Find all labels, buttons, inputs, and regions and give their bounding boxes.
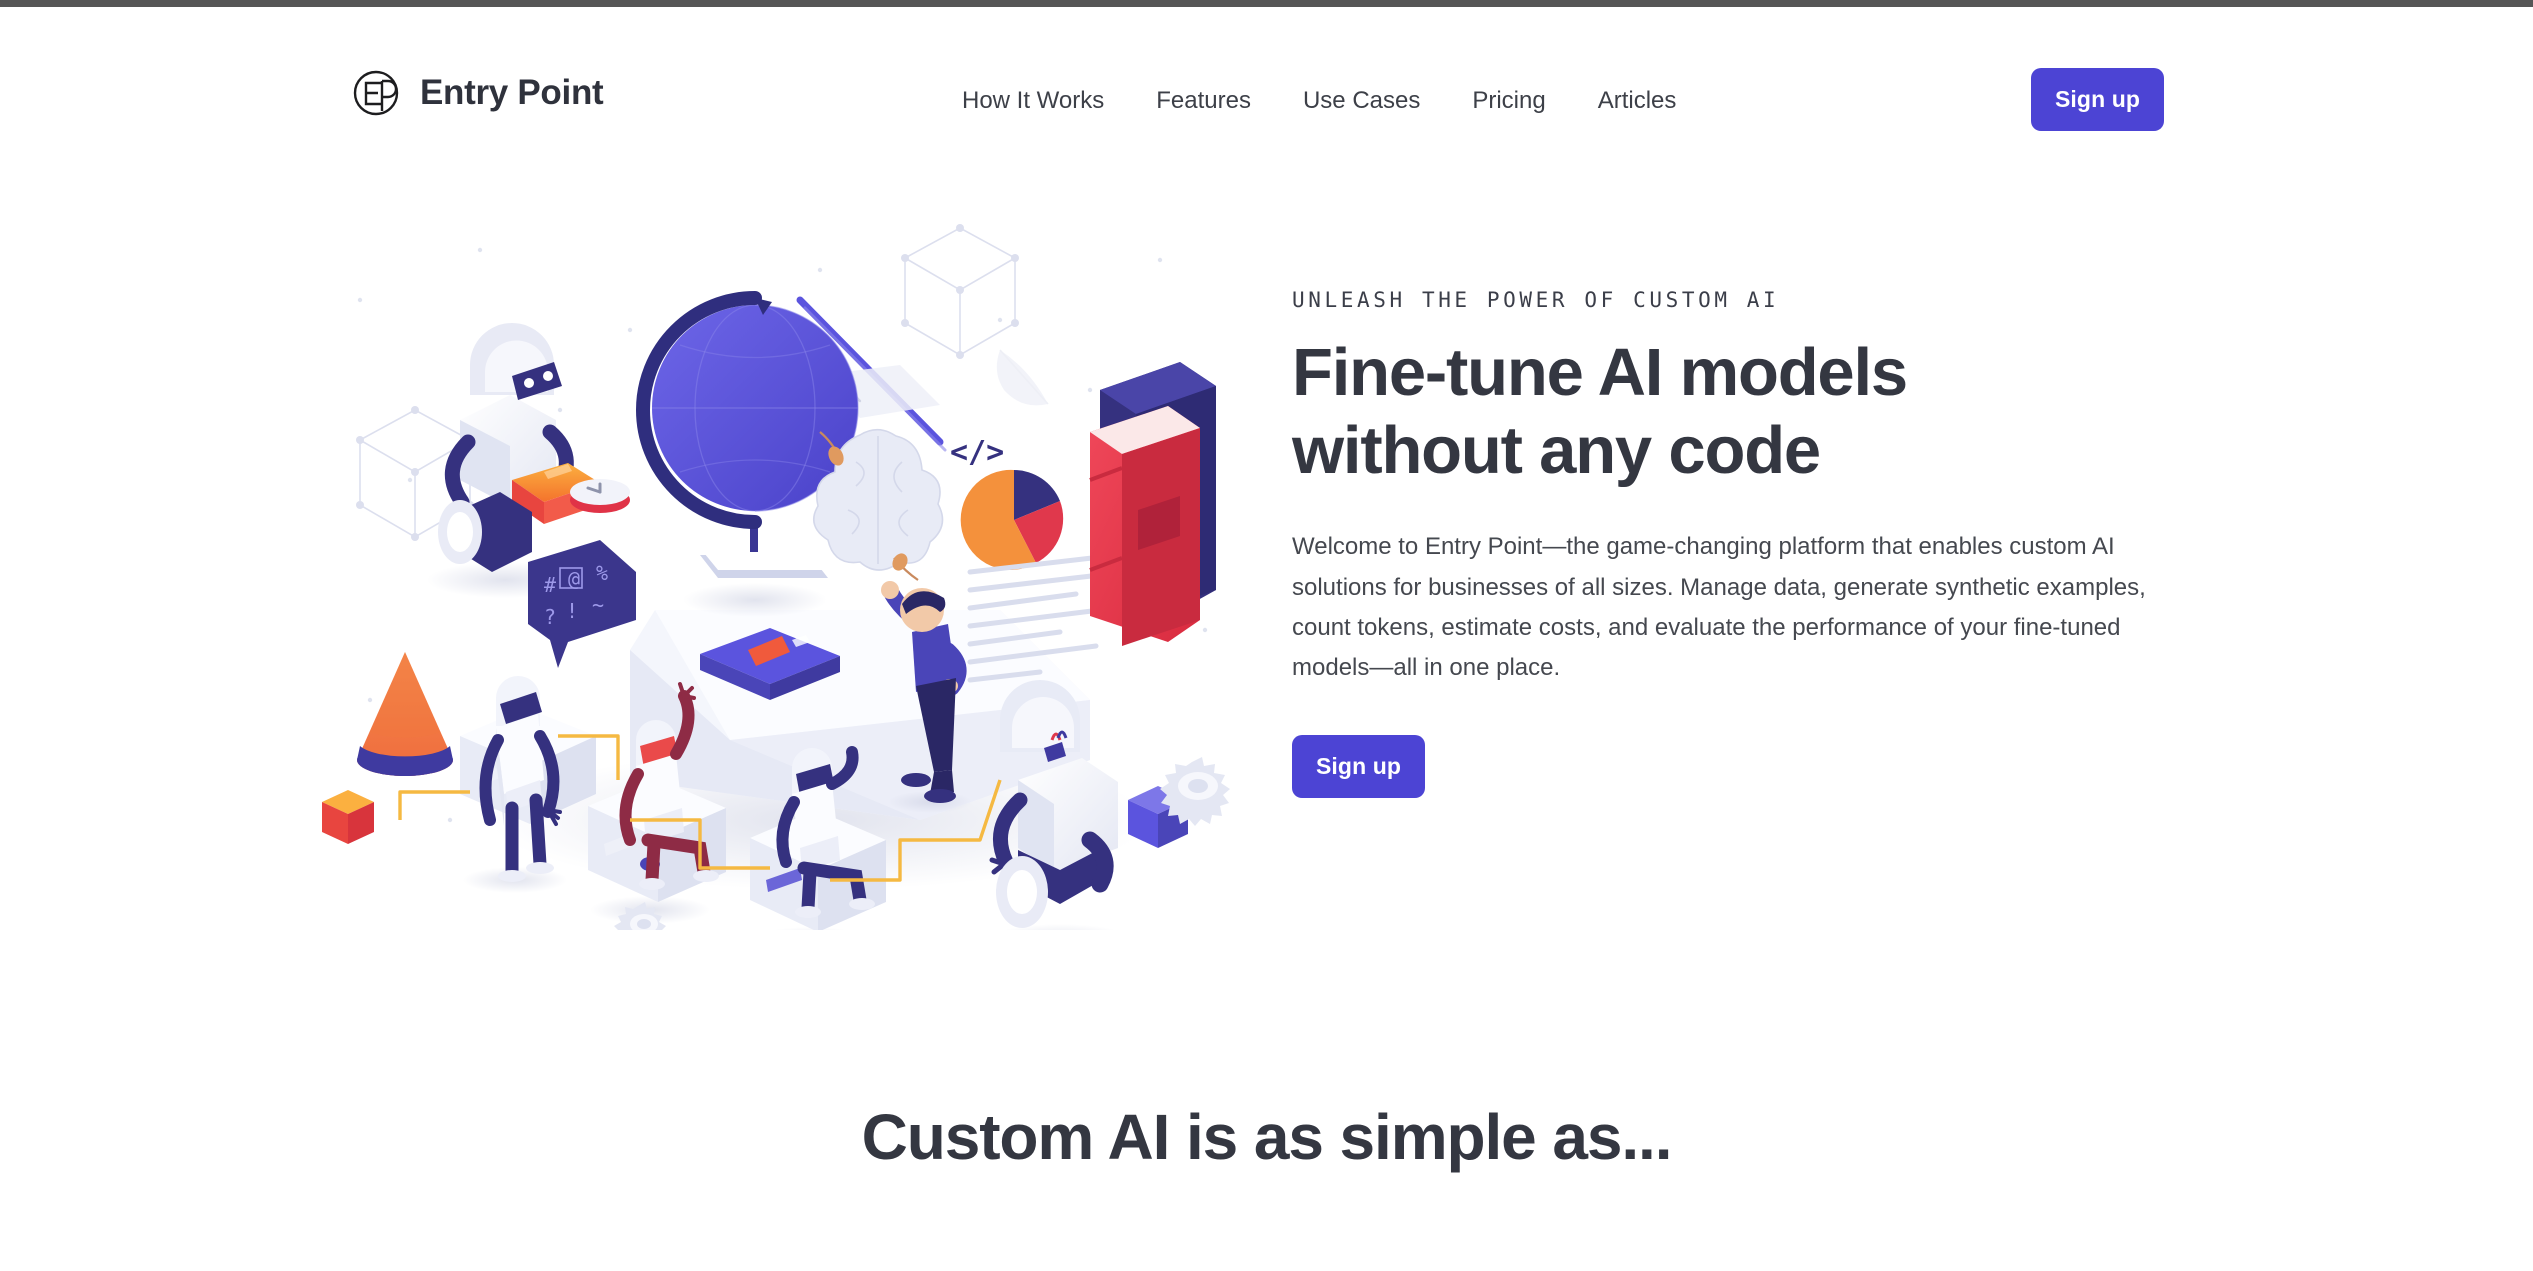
- hero-section: # @ % ? ! ~ </> UNLEASH THE POWER OF CUS…: [0, 170, 2533, 1050]
- cone-shape: [357, 652, 453, 776]
- brand-name: Entry Point: [420, 73, 604, 112]
- hero-copy: UNLEASH THE POWER OF CUSTOM AI Fine-tune…: [1292, 288, 2192, 798]
- nav-item-features[interactable]: Features: [1156, 87, 1251, 115]
- hero-signup-button[interactable]: Sign up: [1292, 734, 1425, 798]
- svg-text:~: ~: [592, 593, 604, 617]
- browser-chrome-edge: [0, 0, 2533, 7]
- svg-text:</>: </>: [950, 435, 1004, 470]
- red-book: [1089, 362, 1216, 646]
- hero-title-line-1: Fine-tune AI models: [1292, 335, 1908, 410]
- pie-chart: [960, 469, 1064, 570]
- wheeled-robot: [989, 680, 1118, 930]
- hero-description: Welcome to Entry Point—the game-changing…: [1292, 533, 2146, 682]
- svg-text:#: #: [544, 573, 556, 597]
- nav-item-use-cases[interactable]: Use Cases: [1303, 87, 1420, 115]
- clock-icon: [570, 479, 630, 513]
- svg-text:?: ?: [544, 605, 556, 629]
- main-navigation: How It Works Features Use Cases Pricing …: [962, 87, 1676, 115]
- hero-title-line-2: without any code: [1292, 412, 1821, 488]
- site-header: Entry Point How It Works Features Use Ca…: [0, 7, 2533, 170]
- wireframe-cube-top: [901, 224, 1019, 359]
- code-speech-bubble: # @ % ? ! ~: [528, 540, 636, 668]
- brain-graphic: [812, 428, 944, 581]
- feather-accent: [996, 349, 1049, 406]
- nav-item-how-it-works[interactable]: How It Works: [962, 87, 1104, 115]
- code-symbol: </>: [950, 435, 1004, 470]
- hero-illustration: # @ % ? ! ~ </>: [300, 180, 1250, 930]
- small-red-cube: [322, 790, 374, 844]
- ep-monogram-circle-icon: [353, 70, 399, 116]
- svg-text:%: %: [596, 561, 608, 585]
- simple-section-title: Custom AI is as simple as...: [861, 1101, 1673, 1173]
- hero-title: Fine-tune AI models without any code: [1292, 334, 2192, 489]
- header-signup-button[interactable]: Sign up: [2031, 68, 2164, 131]
- nav-item-articles[interactable]: Articles: [1598, 87, 1677, 115]
- brand-logo[interactable]: Entry Point: [352, 69, 604, 117]
- gear-large: [1160, 757, 1230, 826]
- hero-eyebrow: UNLEASH THE POWER OF CUSTOM AI: [1292, 288, 1780, 312]
- nav-item-pricing[interactable]: Pricing: [1472, 87, 1545, 115]
- globe-illustration: [636, 291, 859, 617]
- simple-section: Custom AI is as simple as...: [0, 1100, 2533, 1174]
- svg-text:!: !: [566, 599, 578, 623]
